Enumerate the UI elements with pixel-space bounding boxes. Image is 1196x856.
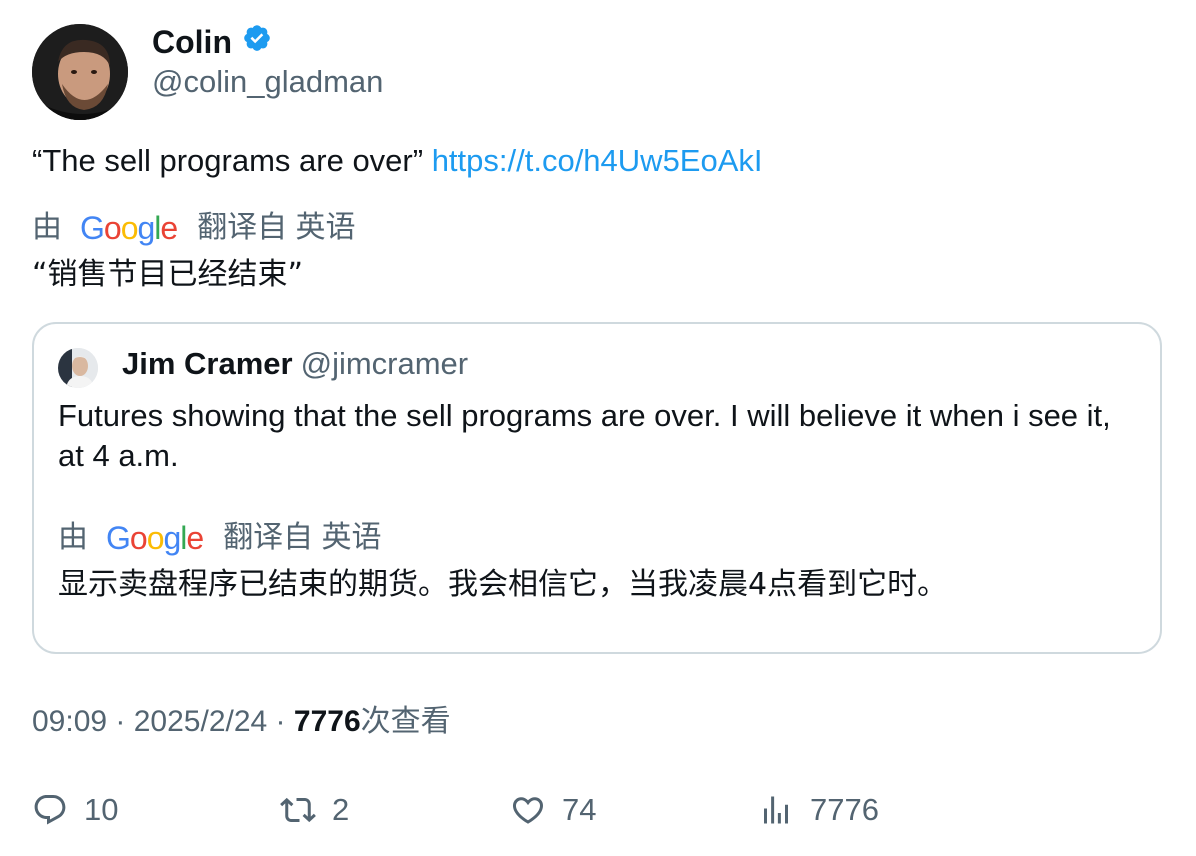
- views-action-count: 7776: [810, 792, 879, 827]
- quote-header[interactable]: Jim Cramer @jimcramer: [122, 344, 468, 384]
- analytics-icon: [764, 796, 788, 824]
- translation-by-label: 由: [32, 211, 62, 244]
- views-button[interactable]: 7776: [758, 788, 879, 832]
- meta-separator: ·: [107, 705, 134, 738]
- quote-google-logo-icon[interactable]: Google: [106, 518, 204, 558]
- translated-text: “销售节目已经结束”: [32, 257, 304, 292]
- translation-from-label: 翻译自 英语: [197, 211, 356, 244]
- quoted-tweet-card[interactable]: Jim Cramer @jimcramer Futures showing tha…: [32, 322, 1162, 654]
- quote-translated-text: 显示卖盘程序已结束的期货。我会相信它，当我凌晨4点看到它时。: [58, 567, 948, 602]
- tweet-body: “The sell programs are over”: [32, 143, 432, 178]
- reply-icon: [34, 795, 66, 825]
- quote-text: Futures showing that the sell programs a…: [58, 398, 1111, 473]
- quote-translation-from-label: 翻译自 英语: [223, 521, 382, 554]
- tweet-text: “The sell programs are over” https://t.c…: [32, 140, 763, 182]
- verified-badge-icon: [242, 22, 272, 62]
- tweet-meta: 09:09 · 2025/2/24 · 7776次查看: [32, 702, 451, 742]
- heart-icon: [512, 797, 544, 824]
- author-avatar[interactable]: [32, 24, 128, 120]
- author-name[interactable]: Colin: [152, 22, 232, 62]
- translation-attribution: 由 Google 翻译自 英语: [32, 208, 356, 248]
- reply-count: 10: [84, 792, 119, 827]
- retweet-button[interactable]: 2: [280, 788, 349, 832]
- retweet-icon: [280, 797, 316, 823]
- like-button[interactable]: 74: [510, 788, 596, 832]
- author-handle[interactable]: @colin_gladman: [152, 62, 383, 102]
- quote-translation-by-label: 由: [58, 521, 88, 554]
- views-label: 次查看: [360, 705, 451, 738]
- tweet-time[interactable]: 09:09: [32, 705, 107, 738]
- quote-translation-attribution: 由 Google 翻译自 英语: [58, 518, 382, 558]
- google-logo-icon[interactable]: Google: [80, 208, 178, 248]
- retweet-count: 2: [332, 792, 350, 827]
- tweet-link[interactable]: https://t.co/h4Uw5EoAkI: [432, 143, 763, 178]
- like-count: 74: [562, 792, 597, 827]
- author-name-row[interactable]: Colin: [152, 22, 272, 62]
- views-count: 7776: [293, 705, 361, 738]
- quote-author-name[interactable]: Jim Cramer: [122, 346, 293, 381]
- quote-author-avatar[interactable]: [58, 348, 98, 388]
- quote-author-handle[interactable]: @jimcramer: [301, 346, 469, 381]
- reply-button[interactable]: 10: [32, 788, 118, 832]
- meta-separator: ·: [267, 705, 294, 738]
- tweet-date[interactable]: 2025/2/24: [134, 705, 267, 738]
